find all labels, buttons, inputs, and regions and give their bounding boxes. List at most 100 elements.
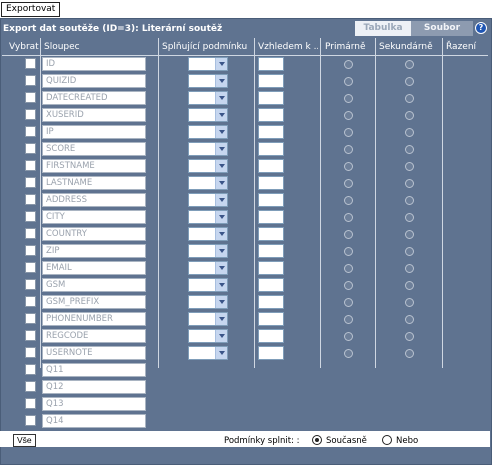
primary-sort-radio[interactable]: [344, 349, 353, 358]
row-select-checkbox[interactable]: [25, 75, 36, 86]
primary-sort-radio[interactable]: [344, 179, 353, 188]
condition-select[interactable]: [188, 91, 228, 105]
primary-sort-radio[interactable]: [344, 281, 353, 290]
primary-sort-radio[interactable]: [344, 94, 353, 103]
condition-select[interactable]: [188, 227, 228, 241]
row-select-checkbox[interactable]: [25, 126, 36, 137]
condition-select[interactable]: [188, 125, 228, 139]
primary-sort-radio[interactable]: [344, 247, 353, 256]
primary-sort-radio[interactable]: [344, 128, 353, 137]
row-select-checkbox[interactable]: [25, 381, 36, 392]
secondary-sort-radio[interactable]: [405, 298, 414, 307]
primary-sort-radio[interactable]: [344, 196, 353, 205]
row-select-checkbox[interactable]: [25, 296, 36, 307]
relative-value-input[interactable]: [258, 57, 284, 71]
secondary-sort-radio[interactable]: [405, 145, 414, 154]
primary-sort-radio[interactable]: [344, 213, 353, 222]
condition-select[interactable]: [188, 329, 228, 343]
condition-select[interactable]: [188, 108, 228, 122]
relative-value-input[interactable]: [258, 261, 284, 275]
condition-select[interactable]: [188, 295, 228, 309]
secondary-sort-radio[interactable]: [405, 281, 414, 290]
row-select-checkbox[interactable]: [25, 160, 36, 171]
row-select-checkbox[interactable]: [25, 347, 36, 358]
row-select-checkbox[interactable]: [25, 364, 36, 375]
secondary-sort-radio[interactable]: [405, 162, 414, 171]
primary-sort-radio[interactable]: [344, 60, 353, 69]
secondary-sort-radio[interactable]: [405, 60, 414, 69]
primary-sort-radio[interactable]: [344, 77, 353, 86]
relative-value-input[interactable]: [258, 329, 284, 343]
row-select-checkbox[interactable]: [25, 262, 36, 273]
relative-value-input[interactable]: [258, 176, 284, 190]
tab-file[interactable]: Soubor: [411, 21, 473, 36]
condition-select[interactable]: [188, 261, 228, 275]
secondary-sort-radio[interactable]: [405, 179, 414, 188]
help-icon[interactable]: ?: [475, 22, 487, 34]
secondary-sort-radio[interactable]: [405, 315, 414, 324]
relative-value-input[interactable]: [258, 193, 284, 207]
row-select-checkbox[interactable]: [25, 279, 36, 290]
primary-sort-radio[interactable]: [344, 315, 353, 324]
row-select-checkbox[interactable]: [25, 415, 36, 426]
relative-value-input[interactable]: [258, 312, 284, 326]
relative-value-input[interactable]: [258, 278, 284, 292]
primary-sort-radio[interactable]: [344, 230, 353, 239]
condition-select[interactable]: [188, 57, 228, 71]
secondary-sort-radio[interactable]: [405, 213, 414, 222]
select-all-button[interactable]: Vše: [13, 434, 36, 447]
secondary-sort-radio[interactable]: [405, 77, 414, 86]
radio-or[interactable]: [382, 435, 392, 445]
row-select-checkbox[interactable]: [25, 313, 36, 324]
relative-value-input[interactable]: [258, 295, 284, 309]
secondary-sort-radio[interactable]: [405, 196, 414, 205]
condition-select[interactable]: [188, 244, 228, 258]
condition-select[interactable]: [188, 346, 228, 360]
secondary-sort-radio[interactable]: [405, 332, 414, 341]
row-select-checkbox[interactable]: [25, 58, 36, 69]
tab-table[interactable]: Tabulka: [355, 21, 411, 36]
radio-and[interactable]: [312, 435, 322, 445]
relative-value-input[interactable]: [258, 108, 284, 122]
secondary-sort-radio[interactable]: [405, 128, 414, 137]
primary-sort-radio[interactable]: [344, 298, 353, 307]
primary-sort-radio[interactable]: [344, 264, 353, 273]
condition-select[interactable]: [188, 193, 228, 207]
condition-select[interactable]: [188, 142, 228, 156]
relative-value-input[interactable]: [258, 142, 284, 156]
relative-value-input[interactable]: [258, 244, 284, 258]
row-select-checkbox[interactable]: [25, 245, 36, 256]
row-select-checkbox[interactable]: [25, 92, 36, 103]
condition-select[interactable]: [188, 159, 228, 173]
relative-value-input[interactable]: [258, 159, 284, 173]
relative-value-input[interactable]: [258, 74, 284, 88]
primary-sort-radio[interactable]: [344, 111, 353, 120]
relative-value-input[interactable]: [258, 125, 284, 139]
relative-value-input[interactable]: [258, 227, 284, 241]
row-select-checkbox[interactable]: [25, 228, 36, 239]
condition-select[interactable]: [188, 176, 228, 190]
condition-select[interactable]: [188, 278, 228, 292]
row-select-checkbox[interactable]: [25, 177, 36, 188]
row-select-checkbox[interactable]: [25, 398, 36, 409]
secondary-sort-radio[interactable]: [405, 264, 414, 273]
relative-value-input[interactable]: [258, 346, 284, 360]
row-select-checkbox[interactable]: [25, 143, 36, 154]
export-button[interactable]: Exportovat: [1, 2, 61, 17]
row-select-checkbox[interactable]: [25, 330, 36, 341]
primary-sort-radio[interactable]: [344, 162, 353, 171]
primary-sort-radio[interactable]: [344, 145, 353, 154]
row-select-checkbox[interactable]: [25, 109, 36, 120]
primary-sort-radio[interactable]: [344, 332, 353, 341]
condition-select[interactable]: [188, 74, 228, 88]
row-select-checkbox[interactable]: [25, 211, 36, 222]
secondary-sort-radio[interactable]: [405, 247, 414, 256]
row-select-checkbox[interactable]: [25, 194, 36, 205]
relative-value-input[interactable]: [258, 210, 284, 224]
secondary-sort-radio[interactable]: [405, 230, 414, 239]
secondary-sort-radio[interactable]: [405, 349, 414, 358]
secondary-sort-radio[interactable]: [405, 111, 414, 120]
relative-value-input[interactable]: [258, 91, 284, 105]
condition-select[interactable]: [188, 210, 228, 224]
secondary-sort-radio[interactable]: [405, 94, 414, 103]
